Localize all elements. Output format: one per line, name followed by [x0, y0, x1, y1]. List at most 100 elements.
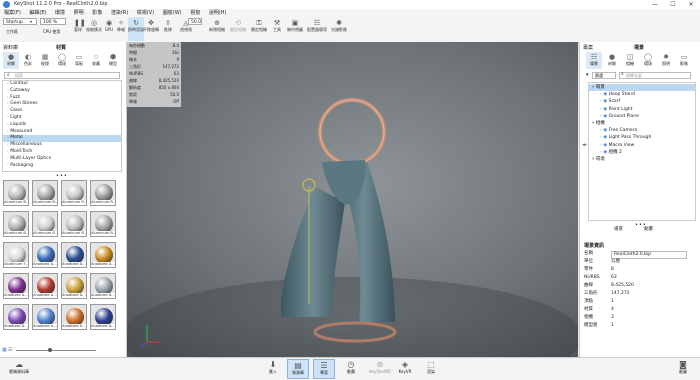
slider-handle[interactable]: [48, 348, 52, 352]
filter-select[interactable]: 篩選: [592, 72, 616, 79]
pan-rotate-button[interactable]: ✥ 平移旋轉: [143, 17, 159, 41]
scene-tree-item[interactable]: ▾ 環境: [589, 156, 695, 163]
menu-edit[interactable]: 編輯(E): [29, 9, 46, 17]
material-thumbnail[interactable]: Aluminum R…: [61, 211, 87, 237]
tab-camera[interactable]: ◫ 相機: [622, 52, 638, 69]
animation-button[interactable]: ◷ 動畫: [340, 359, 362, 379]
material-thumbnail[interactable]: Aluminum T…: [3, 242, 29, 268]
category-item[interactable]: › Packaging: [3, 163, 121, 170]
cpu-usage-select[interactable]: 100 %: [40, 18, 66, 25]
import-button[interactable]: ⬇ 匯入: [262, 359, 284, 379]
realtime-render-button[interactable]: ↻ 即時渲染: [128, 17, 144, 41]
scene-tree-item[interactable]: › ◉ Scarf: [589, 98, 695, 105]
library-button[interactable]: ▤ 資源庫: [287, 359, 309, 379]
material-thumbnail[interactable]: Anodized A…: [61, 304, 87, 330]
material-thumbnail[interactable]: Anodized A…: [3, 304, 29, 330]
tab-image[interactable]: ▭ 影像: [676, 52, 692, 69]
keyshotxr-button[interactable]: ⊛ KeyShotXR: [366, 359, 394, 379]
add-camera-button[interactable]: ⊕ 新增相機: [207, 17, 227, 41]
scene-tree-item[interactable]: › ◉ Ground Plane: [589, 113, 695, 120]
category-item[interactable]: › Multi-Layer Optics: [3, 156, 121, 163]
tab-colors[interactable]: ◐ 色彩: [20, 52, 36, 69]
material-thumbnail[interactable]: Aluminum R…: [90, 180, 116, 206]
denoise-button[interactable]: ✧ 降噪: [113, 17, 129, 41]
menu-image[interactable]: 影像: [92, 9, 102, 17]
material-thumbnail[interactable]: Aluminum B…: [3, 211, 29, 237]
scene-search-input[interactable]: 搜尋全部: [619, 72, 691, 79]
tab-backplates[interactable]: ▭ 背板: [71, 52, 87, 69]
material-thumbnail[interactable]: Anodized A…: [61, 273, 87, 299]
scene-tree-item[interactable]: ▾ 相機: [589, 120, 695, 127]
scene-tree-item[interactable]: › ◉ Free Camera: [589, 127, 695, 134]
pause-button[interactable]: ❚❚ 暫停: [70, 17, 86, 41]
tab-models[interactable]: ⬢ 模型: [105, 52, 121, 69]
scene-tree-item[interactable]: › ◉ 相機 2: [589, 149, 695, 156]
tab-lighting[interactable]: ✹ 照明: [658, 52, 674, 69]
material-thumbnail[interactable]: Aluminum B…: [32, 180, 58, 206]
category-item[interactable]: › Mold-Tech: [3, 149, 121, 156]
material-thumbnail[interactable]: Anodized A…: [90, 273, 116, 299]
geometry-view-button[interactable]: ▣ 幾何視圖: [285, 17, 305, 41]
material-thumbnail[interactable]: Anodized A…: [32, 242, 58, 268]
tab-animation-bottom[interactable]: 動畫: [644, 226, 653, 232]
material-thumbnail[interactable]: Aluminum R…: [90, 211, 116, 237]
scene-tree-item[interactable]: › ◉ Light Pass Through: [589, 134, 695, 141]
material-thumbnail[interactable]: Anodized A…: [90, 304, 116, 330]
tab-environment[interactable]: ◯ 環境: [640, 52, 656, 69]
material-thumbnail[interactable]: Anodized A…: [32, 304, 58, 330]
keyvr-button[interactable]: ◈ KeyVR: [394, 359, 416, 379]
category-item[interactable]: › Liquids: [3, 122, 121, 129]
category-item[interactable]: › Cutaway: [3, 88, 121, 95]
tab-textures[interactable]: ▦ 紋理: [37, 52, 53, 69]
tab-scene[interactable]: ☷ 場景: [586, 52, 602, 69]
scene-tree-item[interactable]: › ◉ Macro View: [589, 142, 695, 149]
material-thumbnail[interactable]: Aluminum B…: [3, 180, 29, 206]
material-thumbnail[interactable]: Anodized A…: [3, 273, 29, 299]
dolly-button[interactable]: ⇳ 推移: [160, 17, 176, 41]
close-button[interactable]: ✕: [682, 0, 700, 9]
filter-icon[interactable]: ▾: [586, 72, 589, 78]
tab-materials[interactable]: ● 材質: [3, 52, 19, 69]
menu-environment[interactable]: 環境: [55, 9, 65, 17]
screenshot-button[interactable]: ◙ 截圖: [672, 359, 694, 379]
category-item[interactable]: › Contour: [3, 81, 121, 88]
tab-favorites[interactable]: ☆ 收藏: [88, 52, 104, 69]
configurator-wizard-button[interactable]: ☷ 配置器嚮導: [306, 17, 328, 41]
scene-tree-item[interactable]: › ◉ Point Light: [589, 106, 695, 113]
menu-window[interactable]: 圖窗(W): [163, 9, 182, 17]
minimize-button[interactable]: —: [646, 0, 664, 9]
category-item[interactable]: › Glass: [3, 108, 121, 115]
tools-button[interactable]: ⚒ 工具: [270, 17, 284, 41]
tab-environments[interactable]: ◯ 環境: [54, 52, 70, 69]
category-item[interactable]: › Light: [3, 115, 121, 122]
material-thumbnail[interactable]: Anodized A…: [61, 242, 87, 268]
material-thumbnail[interactable]: Anodized A…: [32, 273, 58, 299]
render-viewport[interactable]: [127, 42, 578, 357]
thumbnail-size-slider[interactable]: [16, 350, 96, 351]
scene-tree-item[interactable]: ▾ 場景: [589, 84, 695, 92]
menu-help[interactable]: 說明(H): [209, 9, 227, 17]
material-thumbnail[interactable]: Anodized A…: [90, 242, 116, 268]
performance-mode-button[interactable]: ◎ 效能模式: [86, 17, 102, 41]
material-thumbnail[interactable]: Aluminum R…: [61, 180, 87, 206]
search-input[interactable]: 搜索: [15, 73, 23, 79]
menu-render[interactable]: 渲染(R): [111, 9, 128, 17]
menu-windows[interactable]: 視窗: [190, 9, 200, 17]
fov-input[interactable]: 50.0: [188, 18, 202, 25]
grid-view-icon[interactable]: ▦: [2, 347, 7, 353]
spectral-image-button[interactable]: ✺ 光譜影像: [330, 17, 348, 41]
cloud-library-button[interactable]: ☁ 雲端資料庫: [4, 359, 34, 379]
menu-file[interactable]: 檔案(F): [4, 9, 21, 17]
list-view-icon[interactable]: ☰: [8, 347, 12, 353]
tab-material[interactable]: ● 材質: [604, 52, 620, 69]
lock-camera-button[interactable]: ⚿ 鎖定相機: [249, 17, 269, 41]
project-button[interactable]: ☰ 專案: [313, 359, 335, 379]
render-button[interactable]: ⬚ 渲染: [420, 359, 442, 379]
splitter-dots[interactable]: •••: [56, 173, 68, 179]
category-item[interactable]: › Miscellaneous: [3, 142, 121, 149]
collapse-handle-icon[interactable]: ◂▸: [582, 142, 587, 148]
maximize-button[interactable]: ☐: [664, 0, 682, 9]
material-thumbnail[interactable]: Aluminum R…: [32, 211, 58, 237]
menu-lighting[interactable]: 照明: [74, 9, 84, 17]
reset-camera-button[interactable]: ⟲ 重設相機: [228, 17, 248, 41]
